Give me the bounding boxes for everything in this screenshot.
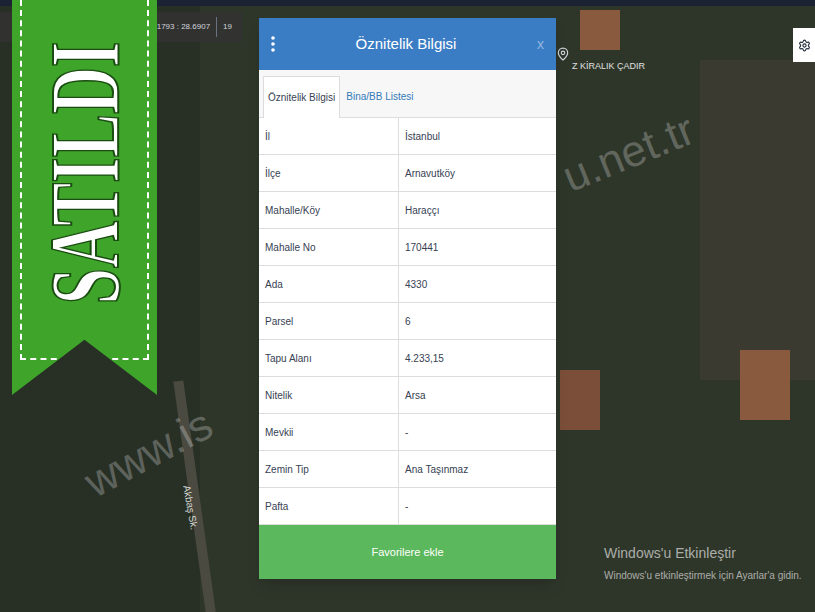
table-row: NitelikArsa — [259, 377, 556, 414]
row-label: Mahalle/Köy — [259, 192, 399, 228]
row-value: 170441 — [399, 229, 556, 265]
tab[interactable]: Bina/BB Listesi — [340, 75, 419, 117]
zoom-level: 19 — [216, 17, 238, 37]
table-row: Parsel6 — [259, 303, 556, 340]
menu-icon[interactable] — [271, 36, 275, 52]
settings-button[interactable] — [793, 28, 815, 62]
tab-bar: Öznitelik BilgisiBina/BB Listesi — [259, 70, 556, 118]
row-label: Tapu Alanı — [259, 340, 399, 376]
row-label: Nitelik — [259, 377, 399, 413]
watermark: u.net.tr — [553, 97, 705, 210]
table-row: Zemin TipAna Taşınmaz — [259, 451, 556, 488]
close-button[interactable]: x — [537, 34, 544, 55]
table-row: İlçeArnavutköy — [259, 155, 556, 192]
table-row: İlİstanbul — [259, 118, 556, 155]
sold-banner: SATILDI — [12, 0, 157, 395]
row-value: Arnavutköy — [399, 155, 556, 191]
field-right — [700, 60, 815, 380]
building — [580, 10, 620, 50]
row-label: Mevkii — [259, 414, 399, 450]
pin-icon — [556, 45, 570, 63]
row-label: Mahalle No — [259, 229, 399, 265]
row-label: Zemin Tip — [259, 451, 399, 487]
row-value: 4330 — [399, 266, 556, 302]
row-value: Haraççı — [399, 192, 556, 228]
tab[interactable]: Öznitelik Bilgisi — [263, 76, 340, 118]
attribute-table: İlİstanbulİlçeArnavutköyMahalle/KöyHaraç… — [259, 118, 556, 525]
building — [560, 370, 600, 430]
row-value: İstanbul — [399, 118, 556, 154]
row-value: 4.233,15 — [399, 340, 556, 376]
row-value: - — [399, 414, 556, 450]
row-value: - — [399, 488, 556, 524]
dialog-header: Öznitelik Bilgisix — [259, 18, 556, 70]
table-row: Pafta- — [259, 488, 556, 525]
place-label: Z KİRALIK ÇADIR — [556, 34, 645, 74]
dialog-title: Öznitelik Bilgisi — [275, 33, 537, 56]
row-label: İlçe — [259, 155, 399, 191]
gear-icon — [798, 39, 811, 52]
table-row: Tapu Alanı4.233,15 — [259, 340, 556, 377]
table-row: Mahalle/KöyHaraççı — [259, 192, 556, 229]
attribute-dialog: Öznitelik BilgisixÖznitelik BilgisiBina/… — [259, 18, 556, 579]
row-label: Pafta — [259, 488, 399, 524]
activation-notice: Windows'u EtkinleştirWindows'u etkinleşt… — [604, 543, 802, 583]
row-value: Arsa — [399, 377, 556, 413]
map-page: u.net.trwww.isAkbaş Sk.Z KİRALIK ÇADIR41… — [0, 0, 815, 612]
table-row: Ada4330 — [259, 266, 556, 303]
row-value: 6 — [399, 303, 556, 339]
favorite-button[interactable]: Favorilere ekle — [259, 525, 556, 579]
sold-text: SATILDI — [35, 41, 135, 304]
row-label: İl — [259, 118, 399, 154]
row-value: Ana Taşınmaz — [399, 451, 556, 487]
table-row: Mevkii- — [259, 414, 556, 451]
table-row: Mahalle No170441 — [259, 229, 556, 266]
building — [740, 350, 790, 420]
row-label: Ada — [259, 266, 399, 302]
row-label: Parsel — [259, 303, 399, 339]
